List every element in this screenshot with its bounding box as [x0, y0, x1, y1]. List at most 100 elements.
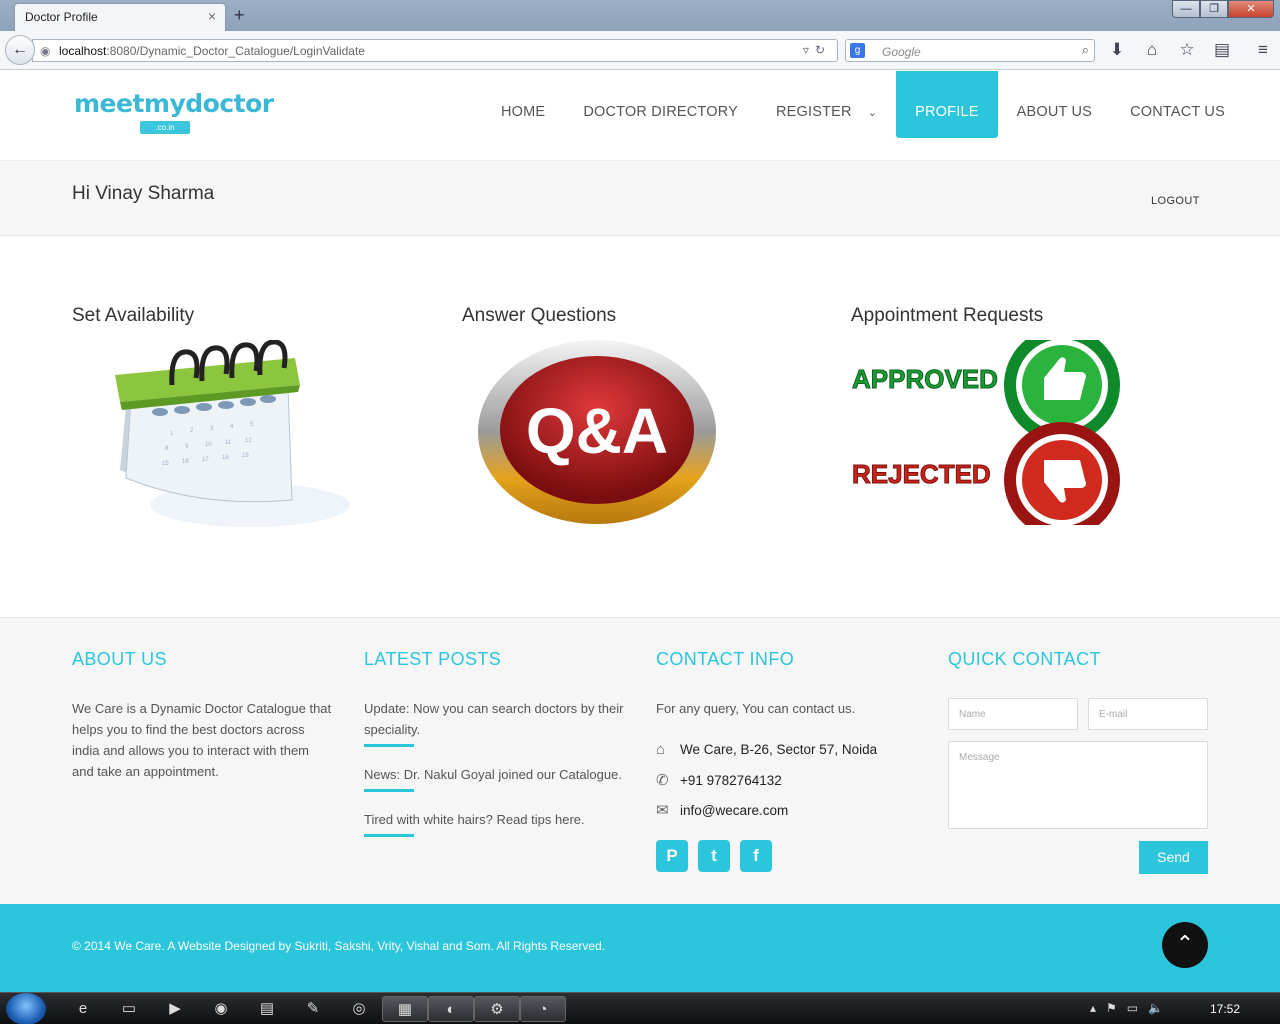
start-button[interactable]: [6, 993, 46, 1024]
contact-address: ⌂ We Care, B-26, Sector 57, Noida: [656, 741, 878, 758]
settings-icon[interactable]: ⚙: [474, 996, 520, 1022]
logout-link[interactable]: LOGOUT: [1151, 195, 1200, 207]
tab-title: Doctor Profile: [25, 10, 98, 24]
approved-label: APPROVED: [852, 364, 998, 394]
notepad-icon[interactable]: ▤: [244, 996, 290, 1022]
svg-text:18: 18: [222, 455, 229, 461]
browser-navbar: ◉ localhost:8080/Dynamic_Doctor_Catalogu…: [0, 31, 1280, 70]
minimize-button[interactable]: —: [1172, 0, 1200, 18]
taskbar-apps: e ▭ ▶ ◉ ▤ ✎ ◎ ▦ ◐ ⚙ ◔: [60, 996, 566, 1022]
name-field[interactable]: Name: [948, 698, 1078, 730]
google-icon[interactable]: g: [850, 43, 865, 58]
home-icon[interactable]: ⌂: [1140, 40, 1164, 60]
editor-icon[interactable]: ✎: [290, 996, 336, 1022]
qa-badge-icon[interactable]: Q&A: [476, 338, 718, 526]
tab-close-icon[interactable]: ×: [208, 8, 216, 24]
media-player-icon[interactable]: ▶: [152, 996, 198, 1022]
post-link-2[interactable]: News: Dr. Nakul Goyal joined our Catalog…: [364, 764, 634, 785]
menu-doctor-directory[interactable]: DOCTOR DIRECTORY: [564, 71, 757, 138]
appointment-requests-title[interactable]: Appointment Requests: [851, 305, 1043, 327]
footer-posts-title: LATEST POSTS: [364, 649, 502, 669]
footer-about-text: We Care is a Dynamic Doctor Catalogue th…: [72, 701, 332, 779]
firefox-icon[interactable]: ◐: [428, 996, 474, 1022]
message-field[interactable]: Message: [948, 741, 1208, 829]
download-icon[interactable]: ⬇: [1105, 40, 1129, 60]
maximize-button[interactable]: ❐: [1200, 0, 1228, 18]
rejected-label: REJECTED: [852, 459, 991, 489]
menu-home[interactable]: HOME: [482, 71, 564, 138]
close-window-button[interactable]: ✕: [1228, 0, 1274, 18]
copyright-bar: © 2014 We Care. A Website Designed by Su…: [0, 904, 1280, 992]
search-icon[interactable]: ⌕: [1082, 42, 1089, 58]
back-to-top-button[interactable]: ⌃: [1162, 922, 1208, 968]
pinterest-icon[interactable]: P: [656, 840, 688, 872]
bookmark-star-icon[interactable]: ☆: [1175, 40, 1199, 60]
site-logo[interactable]: meetmydoctor: [74, 89, 274, 118]
app-window-icon[interactable]: ▦: [382, 996, 428, 1022]
envelope-icon: ✉: [656, 802, 669, 819]
footer-contact-title: CONTACT INFO: [656, 649, 795, 669]
svg-text:10: 10: [205, 442, 212, 448]
globe-icon: ◉: [40, 44, 51, 58]
svg-text:16: 16: [182, 459, 189, 465]
menu-about-us[interactable]: ABOUT US: [998, 71, 1111, 138]
copyright-text: © 2014 We Care. A Website Designed by Su…: [72, 939, 606, 953]
post-divider: [364, 744, 414, 747]
footer-quick-contact-title: QUICK CONTACT: [948, 649, 1101, 669]
reading-list-icon[interactable]: ▤: [1210, 40, 1234, 60]
svg-text:11: 11: [225, 440, 232, 446]
browser-titlebar: Doctor Profile × + — ❐ ✕: [0, 0, 1280, 31]
back-button[interactable]: ←: [5, 35, 35, 65]
tool-icon[interactable]: ◔: [520, 996, 566, 1022]
post-link-1[interactable]: Update: Now you can search doctors by th…: [364, 698, 626, 740]
menu-register[interactable]: REGISTER ⌄: [757, 71, 896, 138]
svg-text:12: 12: [245, 438, 252, 444]
contact-phone: ✆ +91 9782764132: [656, 772, 782, 789]
taskbar: e ▭ ▶ ◉ ▤ ✎ ◎ ▦ ◐ ⚙ ◔ ▴⚑▭🔈 17:52: [0, 992, 1280, 1024]
address-bar[interactable]: ◉ localhost:8080/Dynamic_Doctor_Catalogu…: [32, 39, 838, 62]
twitter-icon[interactable]: t: [698, 840, 730, 872]
main-menu: HOME DOCTOR DIRECTORY REGISTER ⌄ PROFILE …: [482, 71, 1244, 138]
site-header: meetmydoctor .co.in HOME DOCTOR DIRECTOR…: [0, 71, 1280, 160]
browser-tab[interactable]: Doctor Profile ×: [14, 3, 226, 31]
menu-contact-us[interactable]: CONTACT US: [1111, 71, 1244, 138]
system-tray-icons[interactable]: ▴⚑▭🔈: [1090, 1001, 1173, 1015]
answer-questions-title[interactable]: Answer Questions: [462, 305, 616, 327]
logo-domain: .co.in: [140, 121, 190, 134]
svg-text:17: 17: [202, 457, 209, 463]
contact-intro: For any query, You can contact us.: [656, 701, 856, 716]
window-controls: — ❐ ✕: [1172, 0, 1274, 18]
home-icon: ⌂: [656, 741, 666, 758]
email-field[interactable]: E-mail: [1088, 698, 1208, 730]
footer-about-title: ABOUT US: [72, 649, 167, 669]
url-text: localhost:8080/Dynamic_Doctor_Catalogue/…: [59, 44, 365, 58]
send-button[interactable]: Send: [1139, 841, 1208, 874]
contact-email[interactable]: ✉ info@wecare.com: [656, 801, 788, 819]
file-explorer-icon[interactable]: ▭: [106, 996, 152, 1022]
app-icon[interactable]: ◎: [336, 996, 382, 1022]
svg-text:19: 19: [242, 453, 249, 459]
post-link-3[interactable]: Tired with white hairs? Read tips here.: [364, 809, 626, 830]
footer: ABOUT US We Care is a Dynamic Doctor Cat…: [0, 617, 1280, 904]
reload-icon[interactable]: ▿↻: [803, 43, 831, 57]
search-box[interactable]: g Google ⌕: [845, 39, 1095, 62]
search-placeholder: Google: [882, 45, 921, 59]
post-divider: [364, 789, 414, 792]
post-divider: [364, 834, 414, 837]
toolbar-icons: ⬇ ⌂ ☆ ▤ ≡: [1105, 40, 1275, 60]
new-tab-button[interactable]: +: [234, 5, 245, 26]
calendar-icon[interactable]: 12345 8 9 10 11 12 15 16 17 18 19: [110, 340, 350, 530]
svg-text:15: 15: [162, 461, 169, 467]
qa-text: Q&A: [526, 395, 668, 467]
chrome-icon[interactable]: ◉: [198, 996, 244, 1022]
appointment-status-icon[interactable]: APPROVED REJECTED: [852, 340, 1122, 525]
greeting: Hi Vinay Sharma: [72, 183, 215, 204]
set-availability-title[interactable]: Set Availability: [72, 305, 194, 327]
back-arrow-icon: ←: [12, 41, 28, 58]
internet-explorer-icon[interactable]: e: [60, 996, 106, 1022]
menu-profile[interactable]: PROFILE: [896, 71, 998, 138]
taskbar-clock[interactable]: 17:52: [1210, 1002, 1240, 1016]
menu-icon[interactable]: ≡: [1251, 40, 1275, 60]
facebook-icon[interactable]: f: [740, 840, 772, 872]
greeting-bar: Hi Vinay Sharma LOGOUT: [0, 160, 1280, 236]
